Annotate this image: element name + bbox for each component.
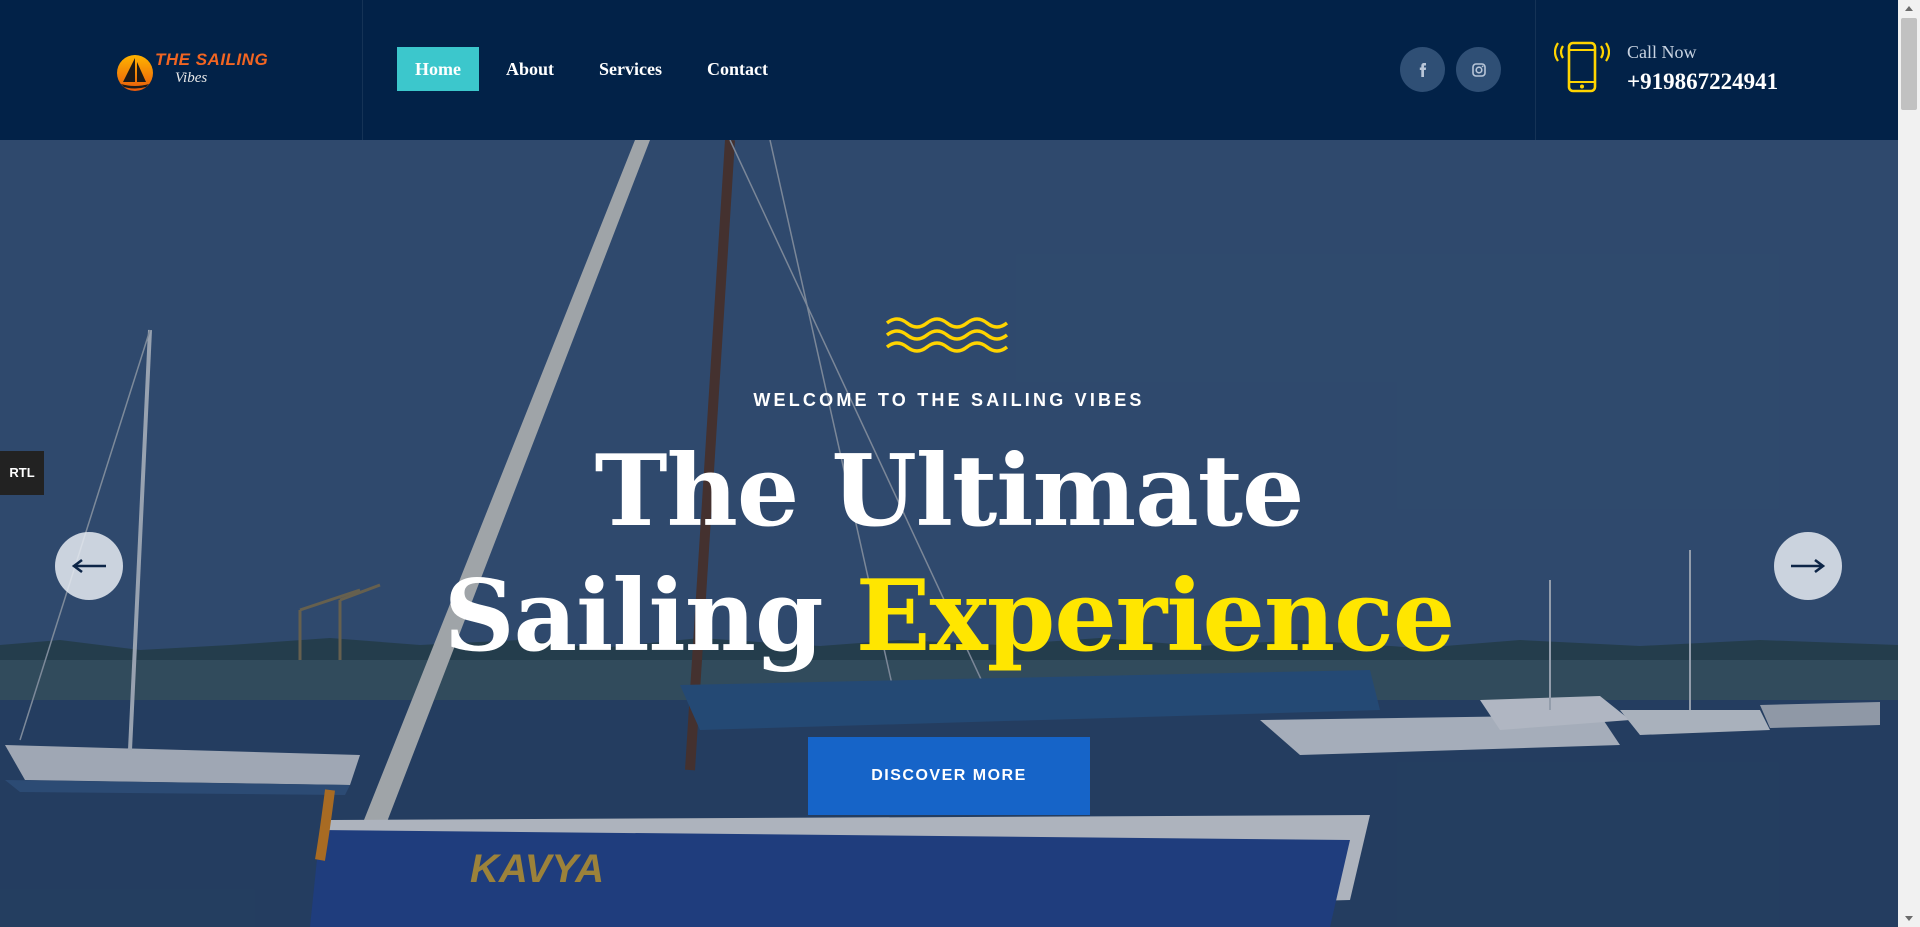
scroll-down-icon[interactable] (1898, 909, 1920, 927)
discover-more-button[interactable]: DISCOVER MORE (808, 737, 1090, 815)
nav-item-contact[interactable]: Contact (689, 47, 786, 91)
main-nav: Home About Services Contact (397, 47, 795, 91)
slider-prev-button[interactable] (55, 532, 123, 600)
site-header: THE SAILING Vibes Home About Services Co… (0, 0, 1898, 140)
instagram-button[interactable] (1456, 47, 1501, 92)
scroll-up-icon[interactable] (1898, 0, 1920, 18)
logo-container: THE SAILING Vibes (0, 0, 363, 140)
logo-text-secondary: Vibes (175, 70, 208, 86)
hero-slider: KAVYA WELCOME TO THE SAILING VIBES The U… (0, 140, 1898, 927)
instagram-icon (1471, 62, 1486, 77)
rtl-toggle[interactable]: RTL (0, 451, 44, 495)
hero-headline-line1: The Ultimate (594, 434, 1305, 549)
hero-headline-line2: Sailing Experience (0, 555, 1898, 679)
scrollbar-thumb[interactable] (1901, 18, 1917, 110)
phone-number[interactable]: +919867224941 (1627, 69, 1778, 95)
hero-welcome-text: WELCOME TO THE SAILING VIBES (753, 390, 1145, 410)
site-logo[interactable]: THE SAILING Vibes (113, 48, 268, 94)
arrow-right-icon (1791, 558, 1826, 574)
arrow-left-icon (71, 558, 106, 574)
hero-headline-accent: Experience (855, 559, 1455, 674)
hero-headline-plain: Sailing (443, 559, 824, 674)
logo-text-primary: THE SAILING (155, 50, 269, 69)
sailboat-sun-icon (117, 55, 153, 91)
call-now-label: Call Now (1627, 42, 1697, 62)
nav-item-about[interactable]: About (488, 47, 572, 91)
page-scrollbar[interactable] (1898, 0, 1920, 927)
nav-item-home[interactable]: Home (397, 47, 479, 91)
call-now-block[interactable]: Call Now +919867224941 (1535, 0, 1899, 140)
slider-next-button[interactable] (1774, 532, 1842, 600)
facebook-icon (1419, 62, 1426, 77)
waves-icon (885, 317, 1009, 353)
nav-item-services[interactable]: Services (581, 47, 680, 91)
facebook-button[interactable] (1400, 47, 1445, 92)
phone-icon (1554, 41, 1610, 93)
